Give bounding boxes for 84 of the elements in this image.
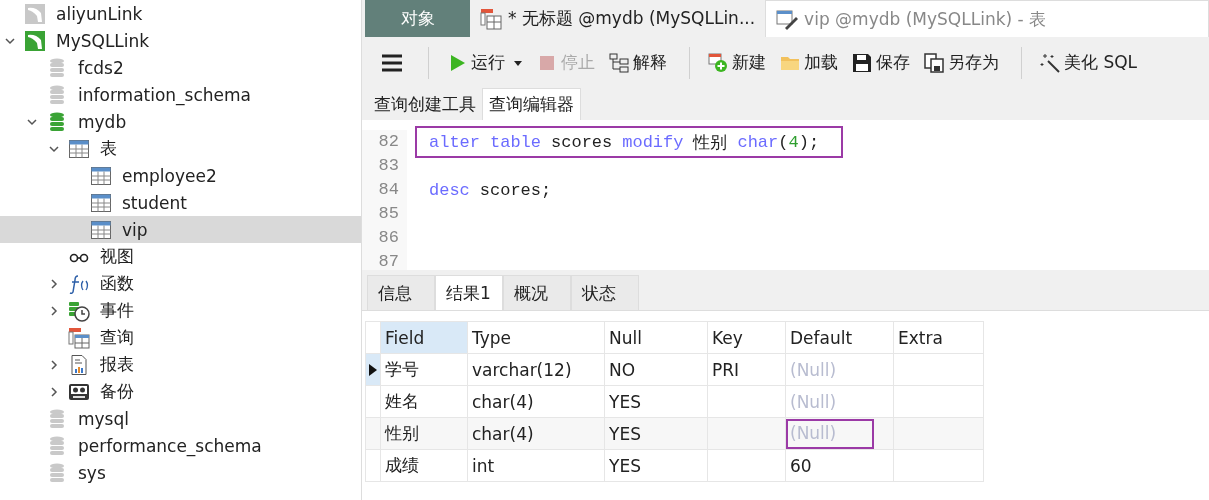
tree-item[interactable]: 报表: [100, 353, 134, 376]
table-cell: (Null): [790, 359, 837, 380]
line-number: 86: [362, 226, 407, 250]
table-cell: char(4): [472, 423, 534, 444]
save-as-icon: [924, 52, 944, 73]
table-cell: PRI: [712, 359, 740, 380]
table-cell: YES: [609, 455, 641, 476]
result-tab[interactable]: 信息: [367, 275, 435, 310]
column-header[interactable]: Key: [707, 321, 786, 354]
table-edit-icon: [776, 8, 799, 30]
query-icon: [68, 326, 90, 349]
column-header[interactable]: Type: [467, 321, 605, 354]
table-cell: (Null): [790, 391, 837, 412]
tree-item[interactable]: mydb: [78, 111, 127, 132]
chevron-right-icon[interactable]: [48, 358, 60, 371]
table-cell: (Null): [786, 418, 875, 449]
function-icon: [68, 272, 90, 295]
result-tab[interactable]: 结果1: [435, 275, 503, 310]
toolbar-button[interactable]: 解释: [603, 47, 673, 78]
table-cell: 成绩: [385, 455, 419, 475]
tree-item[interactable]: aliyunLink: [56, 3, 143, 24]
tree-item[interactable]: performance_schema: [78, 435, 262, 456]
code-line: desc scores;: [429, 179, 552, 202]
table-cell: YES: [609, 391, 641, 412]
table-cell: YES: [609, 423, 641, 444]
line-number: 83: [362, 154, 407, 178]
document-tab[interactable]: vip @mydb (MySQLLink) - 表: [765, 0, 1209, 37]
toolbar-button[interactable]: 保存: [846, 47, 916, 78]
tree-item[interactable]: employee2: [122, 165, 217, 186]
toolbar-button[interactable]: 运行: [441, 47, 529, 78]
magic-wand-icon: [1040, 52, 1060, 73]
table-cell: char(4): [472, 391, 534, 412]
clock-icon: [68, 299, 90, 322]
tree-item[interactable]: sys: [78, 462, 106, 483]
tree-item[interactable]: fcds2: [78, 57, 124, 78]
table-icon: [90, 164, 112, 187]
line-number: 85: [362, 202, 407, 226]
tree-item[interactable]: 查询: [100, 326, 134, 349]
row-pointer-icon: [368, 362, 378, 377]
explain-icon: [609, 52, 629, 73]
column-header[interactable]: Null: [604, 321, 708, 354]
table-cell: varchar(12): [472, 359, 572, 380]
tree-item[interactable]: vip: [122, 219, 148, 240]
line-number: 82: [362, 130, 407, 154]
tree-item[interactable]: 事件: [100, 299, 134, 322]
line-number: 84: [362, 178, 407, 202]
table-icon: [90, 191, 112, 214]
tree-item[interactable]: mysql: [78, 408, 129, 429]
tree-item[interactable]: information_schema: [78, 84, 252, 105]
toolbar-button[interactable]: 新建: [702, 47, 772, 78]
tree-item[interactable]: 视图: [100, 245, 134, 268]
line-number: 87: [362, 250, 407, 270]
column-header[interactable]: Field: [380, 321, 468, 354]
menu-icon: [381, 52, 403, 73]
document-tab[interactable]: 对象: [365, 0, 470, 37]
tree-item[interactable]: 备份: [100, 380, 134, 403]
toolbar-button[interactable]: 加载: [774, 47, 844, 78]
column-header[interactable]: Extra: [893, 321, 984, 354]
table-cell: NO: [609, 359, 636, 380]
table-icon: [68, 137, 90, 160]
table-cell: 姓名: [385, 391, 419, 411]
chevron-right-icon[interactable]: [48, 385, 60, 398]
toolbar-button[interactable]: 美化 SQL: [1034, 47, 1144, 78]
table-cell: 60: [790, 455, 812, 476]
chevron-right-icon[interactable]: [48, 304, 60, 317]
toolbar-button[interactable]: 另存为: [918, 47, 1005, 78]
tree-item[interactable]: 函数: [100, 272, 134, 295]
save-icon: [852, 52, 872, 73]
tree-item[interactable]: 表: [100, 137, 117, 160]
chevron-right-icon[interactable]: [48, 277, 60, 290]
tree-item[interactable]: MySQLLink: [56, 30, 150, 51]
result-tab[interactable]: 概况: [503, 275, 571, 310]
table-cell: 学号: [385, 359, 419, 379]
query-icon: [480, 7, 502, 30]
table-cell: 性别: [385, 423, 419, 443]
report-icon: [68, 353, 90, 376]
new-query-icon: [708, 52, 728, 73]
editor-tab[interactable]: 查询编辑器: [482, 88, 581, 120]
table-cell: int: [472, 455, 495, 476]
tree-item[interactable]: student: [122, 192, 187, 213]
code-editor[interactable]: 82 alter table scores modify 性别 char(4); 83 84 desc scores; 85 86 87: [362, 120, 1209, 270]
table-icon: [90, 218, 112, 241]
result-tab[interactable]: 状态: [571, 275, 639, 310]
column-header[interactable]: Default: [785, 321, 894, 354]
